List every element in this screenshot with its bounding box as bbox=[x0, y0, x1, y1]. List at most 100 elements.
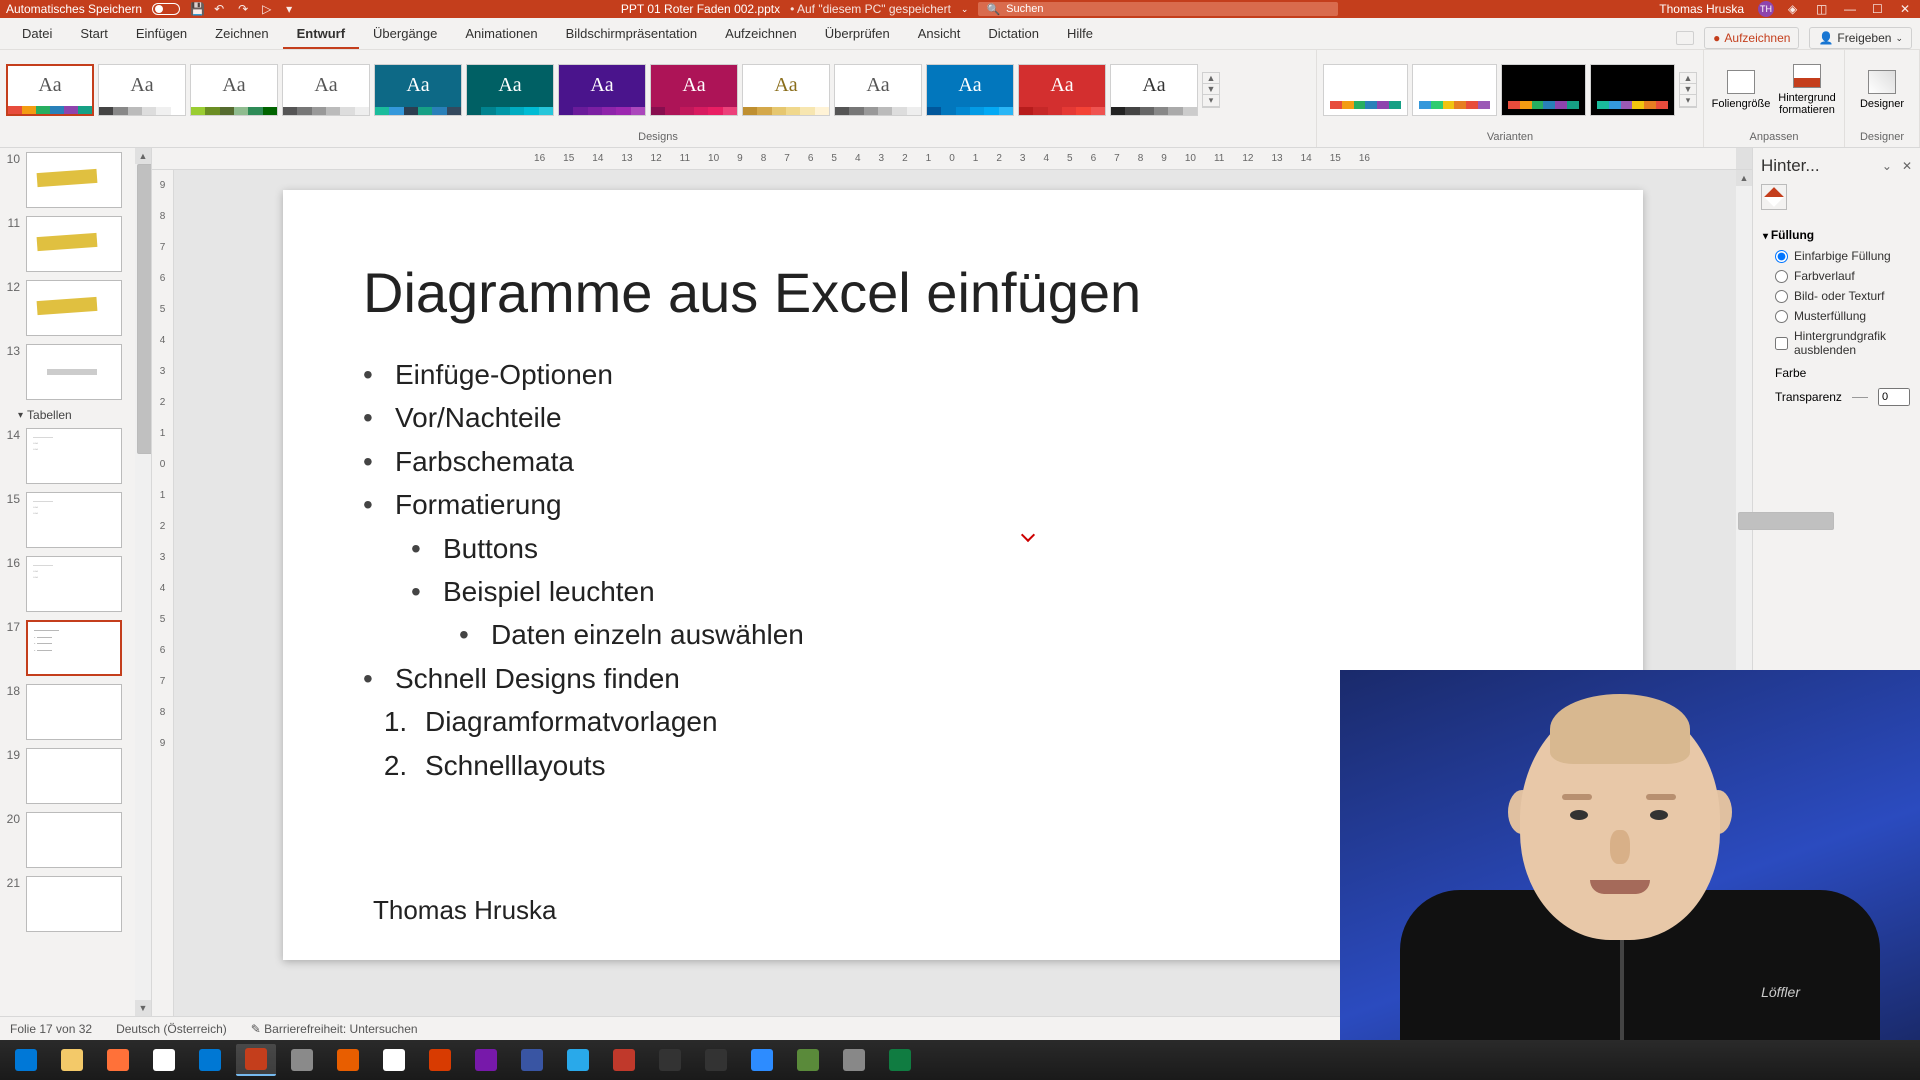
slide-thumbnail[interactable] bbox=[26, 812, 122, 868]
close-icon[interactable]: ✕ bbox=[1900, 2, 1914, 16]
search-box[interactable]: 🔍 Suchen bbox=[978, 2, 1338, 16]
user-name[interactable]: Thomas Hruska bbox=[1659, 2, 1744, 16]
taskbar-app1[interactable] bbox=[604, 1044, 644, 1076]
slide-thumbnail[interactable]: —————· ———· ———· ——— bbox=[26, 620, 122, 676]
list-item[interactable]: Beispiel leuchten bbox=[411, 570, 1563, 613]
theme-thumbnail[interactable]: Aa bbox=[650, 64, 738, 116]
taskbar-visio[interactable] bbox=[512, 1044, 552, 1076]
bullet-list-l2[interactable]: ButtonsBeispiel leuchten bbox=[411, 527, 1563, 614]
slide-counter[interactable]: Folie 17 von 32 bbox=[10, 1022, 92, 1036]
tab-start[interactable]: Start bbox=[66, 20, 121, 49]
slide-thumbnail[interactable] bbox=[26, 876, 122, 932]
variant-thumbnail[interactable] bbox=[1501, 64, 1586, 116]
variant-thumbnail[interactable] bbox=[1323, 64, 1408, 116]
fill-option[interactable]: Einfarbige Füllung bbox=[1763, 246, 1910, 266]
theme-thumbnail[interactable]: Aa bbox=[1110, 64, 1198, 116]
slide-size-button[interactable]: Foliengröße bbox=[1710, 66, 1772, 114]
undo-icon[interactable]: ↶ bbox=[214, 2, 228, 16]
comments-icon[interactable] bbox=[1676, 31, 1694, 45]
list-item[interactable]: Einfüge-Optionen bbox=[363, 353, 1563, 396]
tab-zeichnen[interactable]: Zeichnen bbox=[201, 20, 282, 49]
pane-options-icon[interactable]: ⌄ bbox=[1882, 159, 1892, 173]
tab-dictation[interactable]: Dictation bbox=[974, 20, 1053, 49]
list-item[interactable]: Formatierung bbox=[363, 483, 1563, 526]
tab-datei[interactable]: Datei bbox=[8, 20, 66, 49]
thumbnail-scrollbar[interactable]: ▲ ▼ bbox=[135, 148, 151, 1016]
list-item[interactable]: Farbschemata bbox=[363, 440, 1563, 483]
taskbar-camera[interactable] bbox=[788, 1044, 828, 1076]
taskbar-excel[interactable] bbox=[880, 1044, 920, 1076]
fill-option[interactable]: Farbverlauf bbox=[1763, 266, 1910, 286]
variant-thumbnail[interactable] bbox=[1590, 64, 1675, 116]
tab-ansicht[interactable]: Ansicht bbox=[904, 20, 975, 49]
themes-more-button[interactable]: ▲▼▾ bbox=[1202, 72, 1220, 108]
fill-category-icon[interactable] bbox=[1761, 184, 1787, 210]
hide-bg-checkbox[interactable] bbox=[1775, 337, 1788, 350]
taskbar-zoom[interactable] bbox=[742, 1044, 782, 1076]
taskbar-powerpoint[interactable] bbox=[236, 1044, 276, 1076]
theme-thumbnail[interactable]: Aa bbox=[1018, 64, 1106, 116]
theme-thumbnail[interactable]: Aa bbox=[374, 64, 462, 116]
theme-thumbnail[interactable]: Aa bbox=[834, 64, 922, 116]
bullet-list[interactable]: Einfüge-OptionenVor/NachteileFarbschemat… bbox=[363, 353, 1563, 527]
tab-bildschirmpräsentation[interactable]: Bildschirmpräsentation bbox=[552, 20, 712, 49]
theme-thumbnail[interactable]: Aa bbox=[98, 64, 186, 116]
title-dropdown-icon[interactable]: ⌄ bbox=[961, 4, 969, 15]
taskbar-start[interactable] bbox=[6, 1044, 46, 1076]
tab-animationen[interactable]: Animationen bbox=[451, 20, 551, 49]
scroll-up-icon[interactable]: ▲ bbox=[135, 148, 151, 164]
taskbar-rec[interactable] bbox=[696, 1044, 736, 1076]
qat-more-icon[interactable]: ▾ bbox=[286, 2, 300, 16]
user-avatar[interactable]: TH bbox=[1758, 1, 1774, 17]
slide-footer[interactable]: Thomas Hruska bbox=[373, 895, 557, 926]
autosave-toggle[interactable] bbox=[152, 3, 180, 15]
transparency-input[interactable] bbox=[1878, 388, 1910, 406]
theme-thumbnail[interactable]: Aa bbox=[190, 64, 278, 116]
variant-thumbnail[interactable] bbox=[1412, 64, 1497, 116]
taskbar-obs[interactable] bbox=[650, 1044, 690, 1076]
tab-hilfe[interactable]: Hilfe bbox=[1053, 20, 1107, 49]
accessibility-checker[interactable]: ✎ Barrierefreiheit: Untersuchen bbox=[251, 1022, 418, 1036]
taskbar-chrome[interactable] bbox=[144, 1044, 184, 1076]
minimize-icon[interactable]: — bbox=[1844, 2, 1858, 16]
redo-icon[interactable]: ↷ bbox=[238, 2, 252, 16]
fill-radio[interactable] bbox=[1775, 310, 1788, 323]
fill-radio[interactable] bbox=[1775, 270, 1788, 283]
slide-thumbnail[interactable]: ————▫▫▫▫▫▫ bbox=[26, 556, 122, 612]
list-item[interactable]: Daten einzeln auswählen bbox=[459, 613, 1563, 656]
fill-option[interactable]: Bild- oder Texturf bbox=[1763, 286, 1910, 306]
slide-thumbnail[interactable] bbox=[26, 344, 122, 400]
taskbar-notes[interactable] bbox=[282, 1044, 322, 1076]
share-button[interactable]: 👤Freigeben⌄ bbox=[1809, 27, 1912, 49]
maximize-icon[interactable]: ☐ bbox=[1872, 2, 1886, 16]
theme-thumbnail[interactable]: Aa bbox=[6, 64, 94, 116]
slide-thumbnail[interactable] bbox=[26, 216, 122, 272]
theme-thumbnail[interactable]: Aa bbox=[926, 64, 1014, 116]
fill-radio[interactable] bbox=[1775, 250, 1788, 263]
tab-überprüfen[interactable]: Überprüfen bbox=[811, 20, 904, 49]
slide-thumbnail[interactable] bbox=[26, 684, 122, 740]
tab-übergänge[interactable]: Übergänge bbox=[359, 20, 451, 49]
taskbar-firefox[interactable] bbox=[98, 1044, 138, 1076]
taskbar-outlook[interactable] bbox=[190, 1044, 230, 1076]
slide-thumbnail[interactable] bbox=[26, 748, 122, 804]
tab-aufzeichnen[interactable]: Aufzeichnen bbox=[711, 20, 811, 49]
taskbar-vlc[interactable] bbox=[328, 1044, 368, 1076]
ribbon-mode-icon[interactable]: ◫ bbox=[1816, 2, 1830, 16]
pane-close-icon[interactable]: ✕ bbox=[1902, 159, 1912, 173]
save-icon[interactable]: 💾 bbox=[190, 2, 204, 16]
bullet-list-l3[interactable]: Daten einzeln auswählen bbox=[459, 613, 1563, 656]
hide-bg-graphics-option[interactable]: Hintergrundgrafik ausblenden bbox=[1763, 326, 1910, 360]
start-show-icon[interactable]: ▷ bbox=[262, 2, 276, 16]
slide-thumbnail[interactable] bbox=[26, 280, 122, 336]
taskbar-onenote[interactable] bbox=[466, 1044, 506, 1076]
coming-soon-icon[interactable]: ◈ bbox=[1788, 2, 1802, 16]
slide-title[interactable]: Diagramme aus Excel einfügen bbox=[363, 260, 1563, 325]
list-item[interactable]: Buttons bbox=[411, 527, 1563, 570]
theme-thumbnail[interactable]: Aa bbox=[742, 64, 830, 116]
theme-thumbnail[interactable]: Aa bbox=[282, 64, 370, 116]
language-indicator[interactable]: Deutsch (Österreich) bbox=[116, 1022, 227, 1036]
fill-option[interactable]: Musterfüllung bbox=[1763, 306, 1910, 326]
tab-entwurf[interactable]: Entwurf bbox=[283, 20, 359, 49]
slide-thumbnail[interactable]: ————▫▫▫▫▫▫ bbox=[26, 492, 122, 548]
